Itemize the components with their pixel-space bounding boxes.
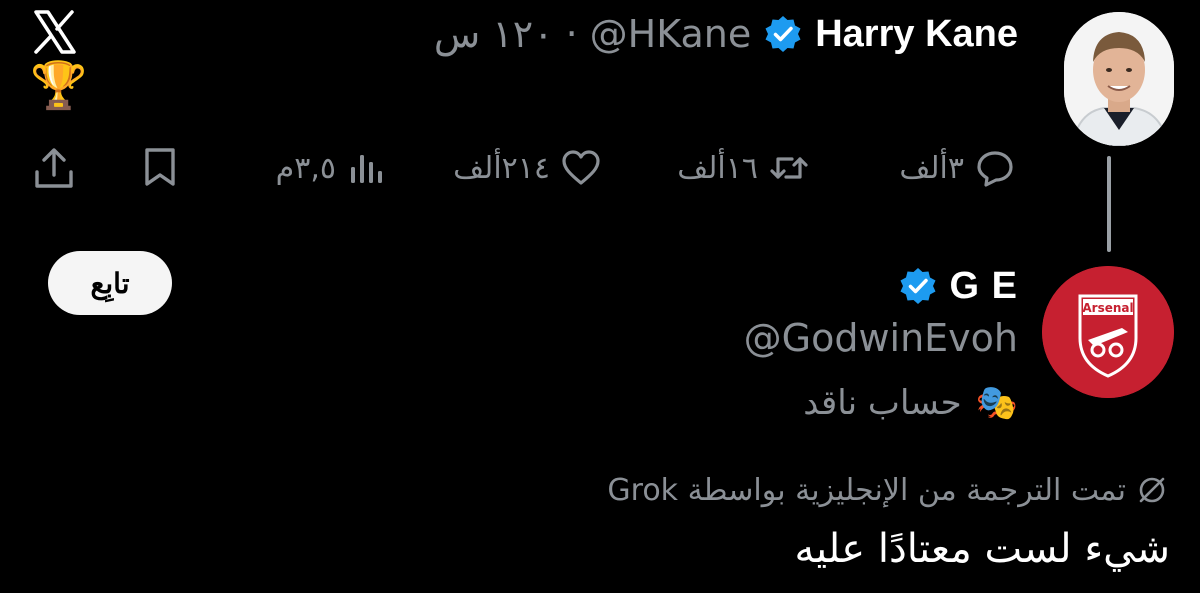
reply-author-avatar[interactable]: Arsenal [1042,266,1174,398]
share-icon[interactable] [30,145,78,193]
translation-label: تمت الترجمة من الإنجليزية بواسطة Grok [607,472,1126,508]
thread-connector-line [1107,156,1111,252]
reply-author-name-row: G E [898,262,1018,310]
retweet-action[interactable]: ١٦ألف [677,143,810,193]
reply-author-name[interactable]: G E [950,265,1018,308]
reply-count: ٣ألف [899,150,964,186]
analytics-icon [351,155,382,183]
follow-button[interactable]: تابِع [48,251,172,315]
trophy-emoji: 🏆 [30,58,88,112]
author-handle[interactable]: @HKane [590,12,752,56]
arsenal-badge-text: Arsenal [1082,301,1133,315]
retweet-count: ١٦ألف [677,150,758,186]
translation-notice[interactable]: تمت الترجمة من الإنجليزية بواسطة Grok [607,468,1168,512]
like-action[interactable]: ٢١٤ألف [453,143,602,193]
like-count: ٢١٤ألف [453,150,550,186]
views-count: ٣,٥م [275,150,336,186]
author-avatar[interactable] [1064,12,1174,146]
verified-badge-icon [900,268,936,304]
tweet-timestamp[interactable]: ١٢٠ س [434,12,554,56]
author-name[interactable]: Harry Kane [815,13,1018,56]
top-tweet-header: ١٢٠ س · @HKane Harry Kane [434,8,1018,60]
reply-action[interactable]: ٣ألف [899,143,1016,193]
verified-badge-icon [765,16,801,52]
reply-icon [977,151,1013,187]
grok-icon [1139,477,1165,503]
bookmark-icon[interactable] [138,145,182,189]
heart-icon [562,150,600,185]
reply-author-handle[interactable]: @GodwinEvoh [744,316,1018,360]
retweet-icon [770,157,808,179]
parody-account-label: حساب ناقد 🎭 [803,380,1018,426]
parody-label-text: حساب ناقد [803,383,962,423]
x-logo-icon[interactable] [30,8,78,56]
header-separator: · [565,12,578,56]
views-action[interactable]: ٣,٥م [276,143,388,193]
theater-mask-icon: 🎭 [975,383,1018,423]
reply-tweet-text: شيء لست معتادًا عليه [794,526,1171,572]
